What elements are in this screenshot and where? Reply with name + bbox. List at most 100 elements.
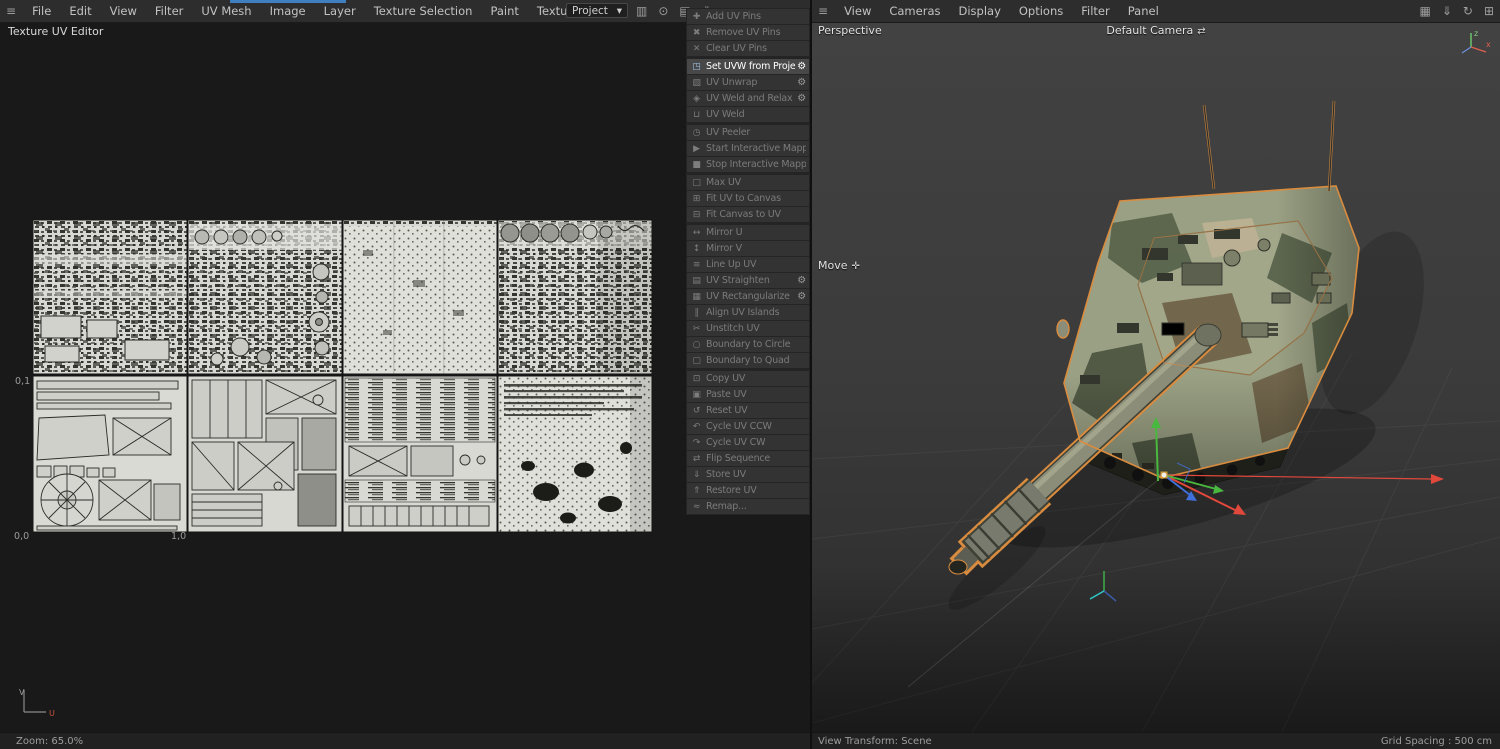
uv-tile-6 bbox=[188, 376, 342, 532]
cmd-line-up-uv[interactable]: ≡Line Up UV bbox=[687, 257, 809, 272]
menu-image[interactable]: Image bbox=[261, 4, 315, 18]
menu-file[interactable]: File bbox=[23, 4, 60, 18]
menu-vp-options[interactable]: Options bbox=[1010, 4, 1072, 18]
boundary-circle-icon: ○ bbox=[690, 340, 703, 350]
weld-relax-icon: ◈ bbox=[690, 94, 703, 104]
project-dropdown[interactable]: Project ▾ bbox=[566, 3, 628, 18]
menu-paint[interactable]: Paint bbox=[481, 4, 527, 18]
uv-commands-panel: ✚Add UV Pins ✖Remove UV Pins ✕Clear UV P… bbox=[686, 8, 810, 515]
menu-vp-panel[interactable]: Panel bbox=[1119, 4, 1168, 18]
uv-editor-statusbar: Zoom: 65.0% bbox=[0, 732, 810, 749]
cmd-boundary-to-circle[interactable]: ○Boundary to Circle bbox=[687, 337, 809, 352]
application-window: ≡ File Edit View Filter UV Mesh Image La… bbox=[0, 0, 1500, 749]
antennas bbox=[1204, 101, 1334, 191]
uv-canvas[interactable] bbox=[33, 220, 653, 533]
render-view-icon[interactable]: ▦ bbox=[1419, 4, 1430, 18]
copy-icon: ⊡ bbox=[690, 374, 703, 384]
cmd-start-interactive-mapping[interactable]: ▶Start Interactive Mapping bbox=[687, 141, 809, 156]
menu-texture-selection[interactable]: Texture Selection bbox=[365, 4, 482, 18]
menu-layer[interactable]: Layer bbox=[315, 4, 365, 18]
menu-icon[interactable]: ≡ bbox=[0, 4, 23, 18]
viewport-scene bbox=[812, 23, 1500, 732]
3d-viewport[interactable]: Perspective Default Camera⇄ Move✛ z x bbox=[812, 23, 1500, 732]
cmd-uv-straighten[interactable]: ▤UV Straighten⚙ bbox=[687, 273, 809, 288]
viewport-menubar: ≡ View Cameras Display Options Filter Pa… bbox=[812, 0, 1500, 23]
uv-tile-7 bbox=[343, 376, 497, 532]
layout-icon[interactable]: ⊞ bbox=[1484, 4, 1494, 18]
max-uv-icon: □ bbox=[690, 178, 703, 188]
gear-icon[interactable]: ⚙ bbox=[797, 291, 806, 302]
gear-icon[interactable]: ⚙ bbox=[797, 93, 806, 104]
viewport-axis-hud: z x bbox=[1458, 28, 1492, 58]
cmd-boundary-to-quad[interactable]: ▢Boundary to Quad bbox=[687, 353, 809, 368]
menu-vp-view[interactable]: View bbox=[835, 4, 880, 18]
align-islands-icon: ∥ bbox=[690, 308, 703, 318]
axis-z-label: z bbox=[1474, 29, 1478, 38]
gear-icon[interactable]: ⚙ bbox=[797, 77, 806, 88]
camera-icon: ⇄ bbox=[1197, 26, 1205, 37]
cmd-uv-unwrap[interactable]: ▨UV Unwrap⚙ bbox=[687, 75, 809, 90]
cmd-stop-interactive-mapping[interactable]: ■Stop Interactive Mapping bbox=[687, 157, 809, 172]
camera-label[interactable]: Default Camera⇄ bbox=[812, 24, 1500, 37]
cmd-cycle-uv-ccw[interactable]: ↶Cycle UV CCW bbox=[687, 419, 809, 434]
cmd-remap[interactable]: ≈Remap... bbox=[687, 499, 809, 514]
cmd-unstitch-uv[interactable]: ✂Unstitch UV bbox=[687, 321, 809, 336]
cmd-max-uv[interactable]: □Max UV bbox=[687, 175, 809, 190]
cmd-fit-canvas-to-uv[interactable]: ⊟Fit Canvas to UV bbox=[687, 207, 809, 222]
add-uv-pins-icon: ✚ bbox=[690, 12, 703, 22]
uv-coord-1-0: 1,0 bbox=[171, 531, 186, 542]
chevron-down-icon: ▾ bbox=[617, 5, 622, 17]
cmd-mirror-u[interactable]: ↔Mirror U bbox=[687, 225, 809, 240]
gear-icon[interactable]: ⚙ bbox=[797, 275, 806, 286]
cmd-align-uv-islands[interactable]: ∥Align UV Islands bbox=[687, 305, 809, 320]
cmd-set-uvw-from-projection[interactable]: ◳Set UVW from Projection⚙ bbox=[687, 59, 809, 74]
cmd-flip-sequence[interactable]: ⇄Flip Sequence bbox=[687, 451, 809, 466]
cmd-copy-uv[interactable]: ⊡Copy UV bbox=[687, 371, 809, 386]
grid-spacing-label: Grid Spacing : 500 cm bbox=[1381, 736, 1492, 747]
cmd-restore-uv[interactable]: ⇑Restore UV bbox=[687, 483, 809, 498]
active-tab-indicator bbox=[230, 0, 346, 3]
cmd-uv-peeler[interactable]: ◷UV Peeler bbox=[687, 125, 809, 140]
cmd-mirror-v[interactable]: ↕Mirror V bbox=[687, 241, 809, 256]
paste-icon: ▣ bbox=[690, 390, 703, 400]
menu-edit[interactable]: Edit bbox=[60, 4, 100, 18]
line-up-icon: ≡ bbox=[690, 260, 703, 270]
menu-uv-mesh[interactable]: UV Mesh bbox=[192, 4, 260, 18]
uv-coord-0-1: 0,1 bbox=[15, 376, 30, 387]
viewport-statusbar: View Transform: Scene Grid Spacing : 500… bbox=[812, 732, 1500, 749]
menu-vp-display[interactable]: Display bbox=[949, 4, 1009, 18]
gear-icon[interactable]: ⚙ bbox=[797, 61, 806, 72]
menu-icon[interactable]: ≡ bbox=[812, 4, 835, 18]
zoom-level: Zoom: 65.0% bbox=[16, 736, 83, 747]
play-icon: ▶ bbox=[690, 144, 703, 154]
cmd-cycle-uv-cw[interactable]: ↷Cycle UV CW bbox=[687, 435, 809, 450]
cmd-uv-weld-and-relax[interactable]: ◈UV Weld and Relax⚙ bbox=[687, 91, 809, 106]
cmd-remove-uv-pins[interactable]: ✖Remove UV Pins bbox=[687, 25, 809, 40]
menu-filter[interactable]: Filter bbox=[146, 4, 192, 18]
menu-vp-cameras[interactable]: Cameras bbox=[880, 4, 949, 18]
lock-icon[interactable]: ⊙ bbox=[658, 4, 668, 18]
menu-vp-filter[interactable]: Filter bbox=[1072, 4, 1118, 18]
cmd-paste-uv[interactable]: ▣Paste UV bbox=[687, 387, 809, 402]
cmd-uv-rectangularize[interactable]: ▦UV Rectangularize⚙ bbox=[687, 289, 809, 304]
history-icon[interactable]: ↻ bbox=[1463, 4, 1473, 18]
axis-x-label: x bbox=[1486, 40, 1491, 49]
flip-sequence-icon: ⇄ bbox=[690, 454, 703, 464]
move-tool-icon: ✛ bbox=[852, 261, 860, 272]
cycle-cw-icon: ↷ bbox=[690, 438, 703, 448]
projection-icon: ◳ bbox=[690, 62, 703, 72]
cmd-clear-uv-pins[interactable]: ✕Clear UV Pins bbox=[687, 41, 809, 56]
cmd-uv-weld[interactable]: ⊔UV Weld bbox=[687, 107, 809, 122]
mirror-u-icon: ↔ bbox=[690, 228, 703, 238]
render-download-icon[interactable]: ⇓ bbox=[1442, 4, 1452, 18]
side-attachment bbox=[1057, 320, 1069, 338]
cmd-add-uv-pins[interactable]: ✚Add UV Pins bbox=[687, 9, 809, 24]
unstitch-icon: ✂ bbox=[690, 324, 703, 334]
restore-icon: ⇑ bbox=[690, 486, 703, 496]
cmd-store-uv[interactable]: ⇓Store UV bbox=[687, 467, 809, 482]
cmd-fit-uv-to-canvas[interactable]: ⊞Fit UV to Canvas bbox=[687, 191, 809, 206]
menu-view[interactable]: View bbox=[101, 4, 146, 18]
histogram-icon[interactable]: ▥ bbox=[636, 4, 647, 18]
cmd-reset-uv[interactable]: ↺Reset UV bbox=[687, 403, 809, 418]
fit-uv-icon: ⊞ bbox=[690, 194, 703, 204]
